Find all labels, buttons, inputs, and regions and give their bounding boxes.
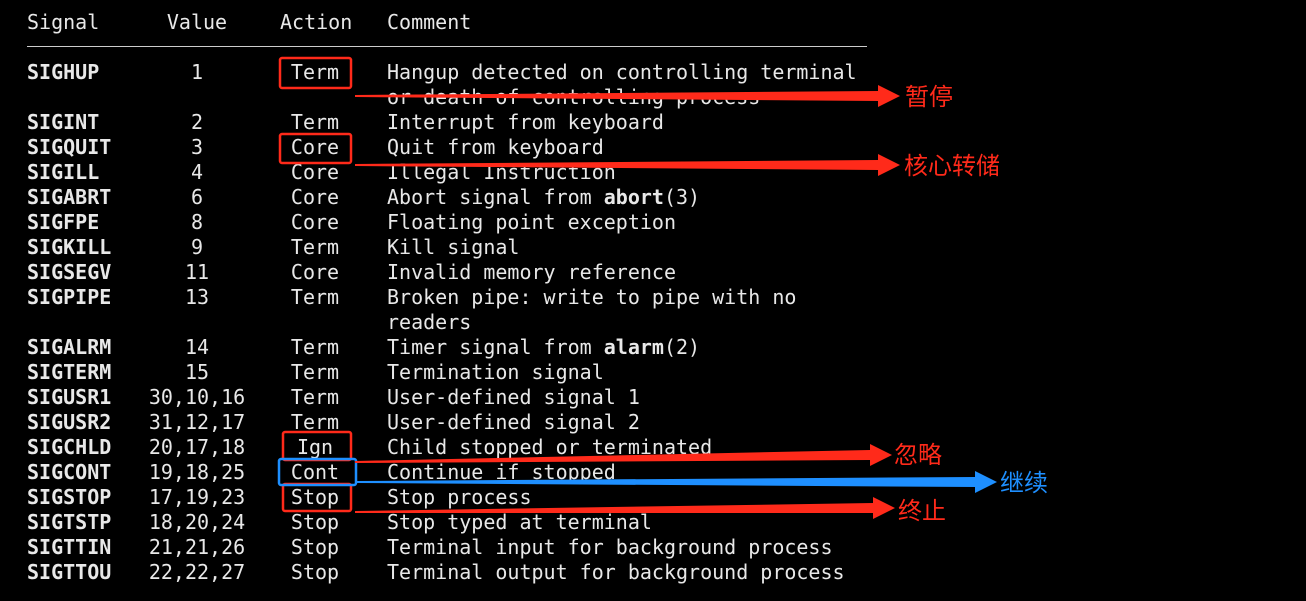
annotation-term-label: 暂停 — [905, 83, 953, 111]
arrow-stop — [355, 497, 895, 519]
annotation-cont-label: 继续 — [1000, 469, 1048, 497]
highlight-box-stop — [281, 482, 353, 513]
annotation-core-label: 核心转储 — [904, 152, 1000, 180]
highlight-box-term — [278, 56, 353, 90]
arrow-term — [355, 85, 900, 107]
highlight-box-core — [278, 132, 353, 165]
arrow-ign — [355, 444, 892, 466]
arrow-core — [355, 154, 900, 176]
annotation-stop-label: 终止 — [898, 497, 946, 525]
annotation-ign-label: 忽略 — [894, 441, 942, 469]
highlight-box-ign — [281, 430, 353, 462]
arrow-cont — [355, 471, 997, 493]
highlight-box-cont — [277, 457, 358, 487]
annotation-overlay — [277, 56, 997, 519]
